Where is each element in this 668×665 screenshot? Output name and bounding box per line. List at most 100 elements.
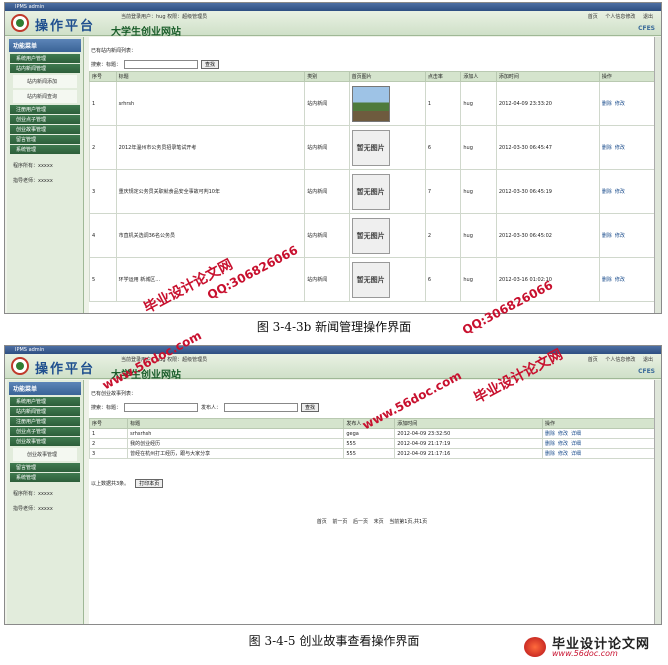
delete-link[interactable]: 删除 xyxy=(545,431,555,437)
sidebar-item-messages[interactable]: 留言管理 xyxy=(10,463,80,472)
row-time: 2012-04-09 21:17:19 xyxy=(394,438,543,449)
column-header: 类别 xyxy=(304,71,350,82)
last-page-link[interactable]: 末页 xyxy=(374,519,384,525)
news-table: 序号 标题 类别 首页图片 点击率 添加人 添加时间 操作 1 srhrsh 站内新闻 1 hug 20… xyxy=(89,71,656,302)
window-title: IPMS admin xyxy=(5,346,661,354)
row-actions: 删除 修改 详细 xyxy=(541,428,656,439)
table-row: 2 我的创业经历 555 2012-04-09 21:17:19 删除 修改 详细 xyxy=(88,438,656,449)
delete-link[interactable]: 删除 xyxy=(545,451,555,457)
row-category: 站内新闻 xyxy=(304,169,350,214)
delete-link[interactable]: 删除 xyxy=(602,189,612,195)
site-title: 大学生创业网站 xyxy=(111,27,181,38)
next-page-link[interactable]: 后一页 xyxy=(353,519,368,525)
row-category: 站内新闻 xyxy=(304,81,350,126)
row-number: 3 xyxy=(88,448,129,459)
table-row: 2 2012年温州市公务员招录笔试开考 站内新闻 暂无图片 6 hug 2012-03-30… xyxy=(89,125,656,170)
sidebar-item-stories[interactable]: 创业故事管理 xyxy=(10,125,80,134)
no-image-placeholder: 暂无图片 xyxy=(351,261,390,298)
row-number: 5 xyxy=(89,257,117,302)
edit-link[interactable]: 修改 xyxy=(615,233,625,239)
profile-link[interactable]: 个人信息修改 xyxy=(605,14,635,20)
scrollbar[interactable] xyxy=(654,37,661,313)
brand-url: www.56doc.com xyxy=(552,649,618,658)
column-header: 首页图片 xyxy=(348,71,426,82)
edit-link[interactable]: 修改 xyxy=(558,431,568,437)
title-search-input[interactable] xyxy=(124,403,199,412)
site-logo-icon xyxy=(11,14,29,32)
row-actions: 删除 修改 xyxy=(598,257,656,302)
no-image-placeholder: 暂无图片 xyxy=(351,129,390,166)
home-link[interactable]: 首页 xyxy=(588,14,598,20)
edit-link[interactable]: 修改 xyxy=(558,441,568,447)
home-link[interactable]: 首页 xyxy=(588,357,598,363)
sidebar-sub-query-news[interactable]: 站内新闻查询 xyxy=(13,90,77,103)
search-button[interactable]: 查找 xyxy=(201,60,220,69)
sidebar-item-ideas[interactable]: 创业点子管理 xyxy=(10,427,80,436)
table-row: 4 市直机关选调36名公务员 站内新闻 暂无图片 2 hug 2012-03-30 06:4… xyxy=(89,213,656,258)
teacher-info: 指导老师：xxxxx xyxy=(13,178,53,184)
row-time: 2012-03-30 06:45:47 xyxy=(495,125,600,170)
row-user: hug xyxy=(460,257,497,302)
edit-link[interactable]: 修改 xyxy=(615,145,625,151)
title-search-input[interactable] xyxy=(124,60,199,69)
table-row: 1 srhsrhsh gega 2012-04-09 23:32:50 删除 修改 详细 xyxy=(88,428,656,439)
sidebar-sub-add-news[interactable]: 站内新闻添加 xyxy=(13,75,77,88)
logout-link[interactable]: 退出 xyxy=(643,357,653,363)
edit-link[interactable]: 修改 xyxy=(615,277,625,283)
row-actions: 删除 修改 详细 xyxy=(541,448,656,459)
sidebar-item-news[interactable]: 站内新闻管理 xyxy=(10,407,80,416)
corner-logo: 毕业设计论文网 www.56doc.com xyxy=(522,633,662,661)
user-info: 当前登录用户：hug 权限：超级管理员 xyxy=(121,14,208,20)
row-title: 2012年温州市公务员招录笔试开考 xyxy=(115,125,306,170)
detail-link[interactable]: 详细 xyxy=(571,451,581,457)
list-caption: 已有创业故事列表： xyxy=(91,391,137,397)
sidebar-item-system-users[interactable]: 系统用户管理 xyxy=(10,54,80,63)
sidebar-item-news[interactable]: 站内新闻管理 xyxy=(10,64,80,73)
sidebar-sub-story-manage[interactable]: 创业故事管理 xyxy=(13,448,77,461)
edit-link[interactable]: 修改 xyxy=(558,451,568,457)
window-title: IPMS admin xyxy=(5,3,661,11)
logout-link[interactable]: 退出 xyxy=(643,14,653,20)
profile-link[interactable]: 个人信息修改 xyxy=(605,357,635,363)
detail-link[interactable]: 详细 xyxy=(571,441,581,447)
row-actions: 删除 修改 xyxy=(598,169,656,214)
sidebar-item-messages[interactable]: 留言管理 xyxy=(10,135,80,144)
column-header: 操作 xyxy=(541,418,656,429)
row-time: 2012-04-09 23:32:50 xyxy=(394,428,543,439)
column-header: 标题 xyxy=(115,71,306,82)
row-actions: 删除 修改 详细 xyxy=(541,438,656,449)
sidebar-item-reg-users[interactable]: 注册用户管理 xyxy=(10,105,80,114)
sidebar-item-system-users[interactable]: 系统用户管理 xyxy=(10,397,80,406)
row-time: 2012-03-30 06:45:02 xyxy=(495,213,600,258)
row-time: 2012-04-09 21:17:16 xyxy=(394,448,543,459)
search-button[interactable]: 查找 xyxy=(301,403,320,412)
detail-link[interactable]: 详细 xyxy=(571,431,581,437)
row-number: 2 xyxy=(88,438,129,449)
column-header: 点击率 xyxy=(424,71,462,82)
sidebar-item-system[interactable]: 系统管理 xyxy=(10,145,80,154)
delete-link[interactable]: 删除 xyxy=(602,277,612,283)
news-photo xyxy=(351,85,390,122)
row-title: 重庆规定公务员关职就食品安全事故可判10年 xyxy=(115,169,306,214)
delete-link[interactable]: 删除 xyxy=(602,233,612,239)
sidebar-item-system[interactable]: 系统管理 xyxy=(10,473,80,482)
main-content: 已有站内新闻列表： 搜索：标题： 查找 序号 标题 类别 首页图片 点击率 添加人 添加时间… xyxy=(89,37,656,313)
scrollbar[interactable] xyxy=(654,380,661,624)
publisher-search-input[interactable] xyxy=(224,403,299,412)
story-admin-screenshot: IPMS admin 操作平台 当前登录用户：hug 权限：超级管理员 大学生创… xyxy=(4,345,662,625)
edit-link[interactable]: 修改 xyxy=(615,101,625,107)
sidebar-item-reg-users[interactable]: 注册用户管理 xyxy=(10,417,80,426)
delete-link[interactable]: 删除 xyxy=(545,441,555,447)
print-button[interactable]: 打印本页 xyxy=(135,479,164,488)
edit-link[interactable]: 修改 xyxy=(615,189,625,195)
app-name: 操作平台 xyxy=(35,19,96,34)
prev-page-link[interactable]: 前一页 xyxy=(332,519,347,525)
row-category: 站内新闻 xyxy=(304,257,350,302)
first-page-link[interactable]: 首页 xyxy=(317,519,327,525)
delete-link[interactable]: 删除 xyxy=(602,101,612,107)
row-title: srhsrhsh xyxy=(127,428,345,439)
sidebar-item-stories[interactable]: 创业故事管理 xyxy=(10,437,80,446)
sidebar-item-ideas[interactable]: 创业点子管理 xyxy=(10,115,80,124)
row-clicks: 2 xyxy=(424,213,462,258)
delete-link[interactable]: 删除 xyxy=(602,145,612,151)
